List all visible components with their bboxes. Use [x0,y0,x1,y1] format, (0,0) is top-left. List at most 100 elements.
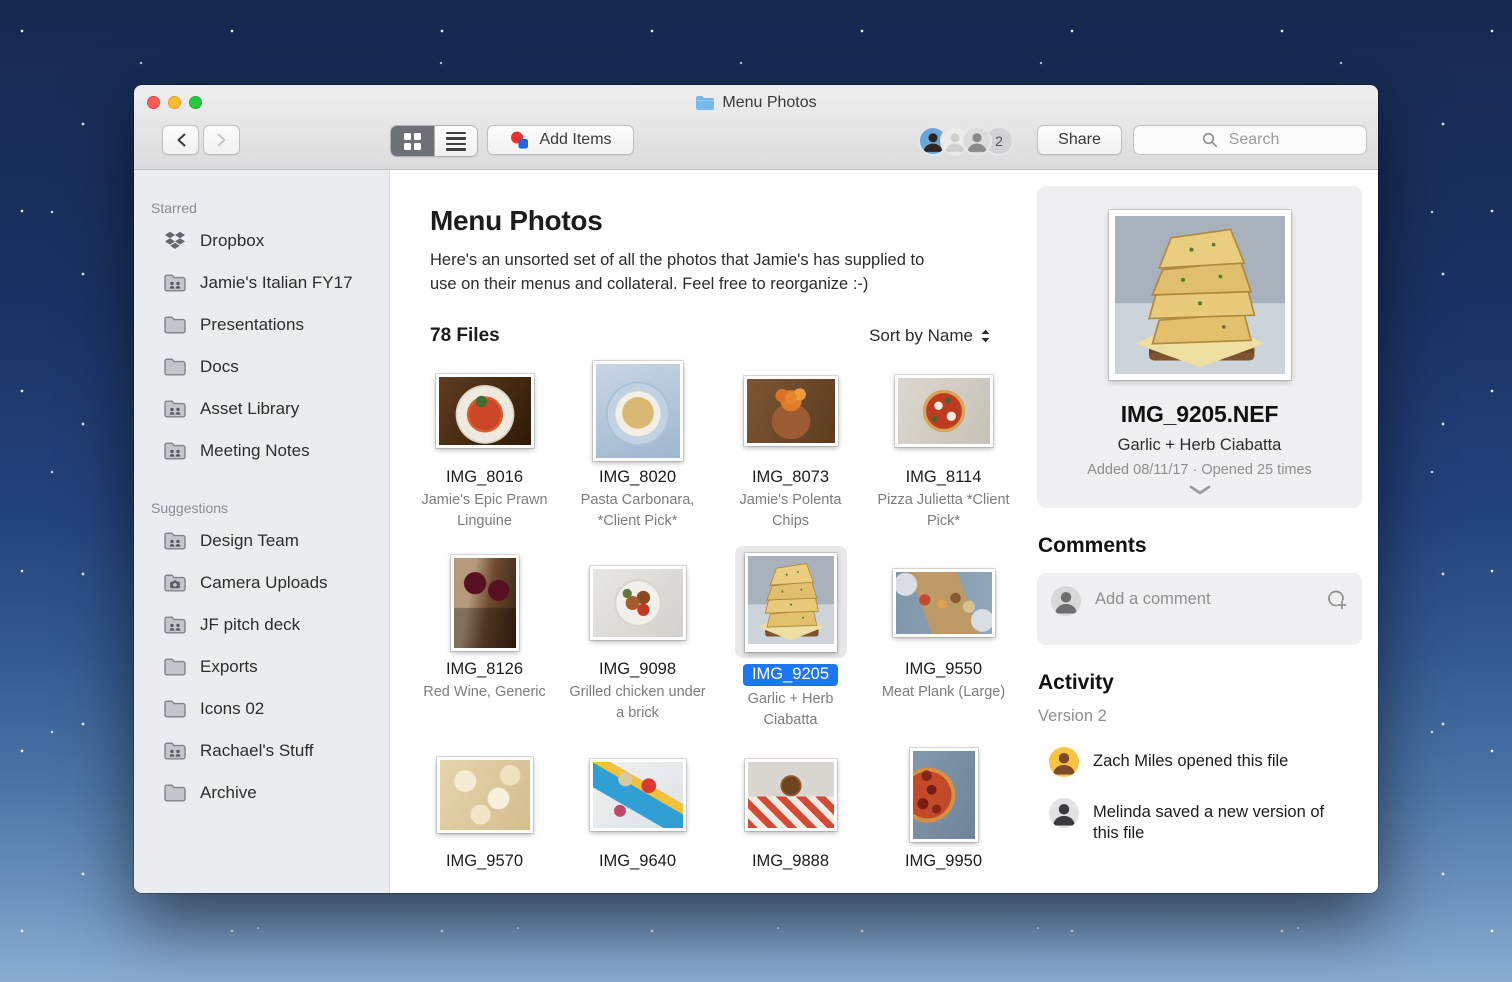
file-thumbnail [436,374,534,448]
shared-folder-icon [163,531,187,551]
sidebar-item-presentations[interactable]: Presentations [134,304,389,346]
shared-folder-icon [163,399,187,419]
file-name: IMG_9205 [743,664,838,686]
file-thumbnail [593,361,683,461]
forward-button[interactable] [203,125,240,155]
chevron-left-icon [175,132,187,148]
file-name: IMG_9570 [446,852,523,871]
sidebar-item-label: Dropbox [200,231,264,251]
garlic-bread-image [1115,216,1285,374]
activity-text: Zach Miles opened this file [1093,751,1288,772]
activity-item: Melinda saved a new version of this file [1049,798,1362,844]
shared-folder-icon [163,741,187,761]
file-card[interactable]: IMG_9888 [714,744,867,893]
activity-avatar [1049,798,1079,828]
desktop-wallpaper: Menu Photos [0,0,1512,982]
file-card[interactable]: IMG_9570 [408,744,561,893]
file-card[interactable]: IMG_9640 [561,744,714,893]
file-caption: Pizza Julietta *Client Pick* [873,490,1015,531]
mention-add-icon[interactable] [1326,589,1348,611]
activity-text: Melinda saved a new version of this file [1093,802,1333,844]
detail-subtitle: Garlic + Herb Ciabatta [1118,436,1282,455]
file-thumbnail [590,566,686,640]
search-input[interactable] [1133,125,1367,155]
sidebar-item-asset-library[interactable]: Asset Library [134,388,389,430]
details-panel: IMG_9205.NEF Garlic + Herb Ciabatta Adde… [1021,170,1378,893]
sidebar: Starred Dropbox Jamie's Italian FY17 Pre… [134,170,390,893]
sidebar-item-jamies-italian[interactable]: Jamie's Italian FY17 [134,262,389,304]
file-name: IMG_9640 [599,852,676,871]
sort-label: Sort by Name [869,326,973,346]
folder-icon [163,699,187,719]
shared-folder-icon [163,441,187,461]
file-caption: Meat Plank (Large) [873,682,1015,703]
file-caption: Red Wine, Generic [414,682,556,703]
sidebar-item-label: Exports [200,657,258,677]
sidebar-item-label: Design Team [200,531,299,551]
comments-heading: Comments [1038,534,1378,558]
version-label: Version 2 [1038,707,1378,726]
sidebar-item-label: Camera Uploads [200,573,328,593]
person-icon [1049,798,1079,828]
sidebar-section-starred: Starred [151,200,389,216]
file-card[interactable]: IMG_8126 Red Wine, Generic [408,552,561,744]
folder-icon [163,357,187,377]
sidebar-item-camera-uploads[interactable]: Camera Uploads [134,562,389,604]
add-items-label: Add Items [539,131,611,149]
sidebar-item-icons-02[interactable]: Icons 02 [134,688,389,730]
file-card[interactable]: IMG_9550 Meat Plank (Large) [867,552,1020,744]
sidebar-item-docs[interactable]: Docs [134,346,389,388]
toolbar: Add Items 2 Share [134,120,1378,170]
sidebar-item-rachaels-stuff[interactable]: Rachael's Stuff [134,730,389,772]
share-label: Share [1058,131,1101,149]
sort-arrows-icon [980,329,991,343]
list-view-button[interactable] [434,126,477,156]
sidebar-item-dropbox[interactable]: Dropbox [134,220,389,262]
person-icon [1049,747,1079,777]
sidebar-item-design-team[interactable]: Design Team [134,520,389,562]
folder-icon [163,657,187,677]
avatar[interactable] [962,126,992,156]
preview-image [1109,210,1291,380]
file-caption: Garlic + Herb Ciabatta [720,689,862,730]
file-card[interactable]: IMG_8016 Jamie's Epic Prawn Linguine [408,360,561,552]
file-caption: Pasta Carbonara, *Client Pick* [567,490,709,531]
sidebar-item-jf-pitch-deck[interactable]: JF pitch deck [134,604,389,646]
back-button[interactable] [162,125,199,155]
file-thumbnail [910,748,978,842]
grid-view-button[interactable] [391,126,434,156]
file-card[interactable]: IMG_9950 [867,744,1020,893]
file-caption: Jamie's Polenta Chips [720,490,862,531]
sort-button[interactable]: Sort by Name [869,326,991,346]
page-description: Here's an unsorted set of all the photos… [430,249,935,296]
file-thumbnail [745,553,837,652]
titlebar: Menu Photos [134,85,1378,120]
sidebar-item-exports[interactable]: Exports [134,646,389,688]
add-items-icon [509,130,530,150]
file-name: IMG_8114 [906,468,982,487]
sidebar-item-archive[interactable]: Archive [134,772,389,814]
file-thumbnail [437,757,533,833]
expand-chevron-icon[interactable] [1189,485,1211,495]
file-name: IMG_8126 [446,660,523,679]
comment-avatar [1051,586,1081,616]
sidebar-item-meeting-notes[interactable]: Meeting Notes [134,430,389,472]
file-card[interactable]: IMG_9098 Grilled chicken under a brick [561,552,714,744]
file-card[interactable]: IMG_8073 Jamie's Polenta Chips [714,360,867,552]
activity-heading: Activity [1038,671,1378,695]
file-count: 78 Files [430,325,500,347]
add-items-button[interactable]: Add Items [487,125,634,155]
sidebar-item-label: Icons 02 [200,699,264,719]
file-card[interactable]: IMG_8114 Pizza Julietta *Client Pick* [867,360,1020,552]
avatar-stack: 2 [918,126,1014,156]
sidebar-item-label: Archive [200,783,257,803]
file-name: IMG_9098 [599,660,676,679]
view-toggle [390,125,478,157]
share-button[interactable]: Share [1037,125,1122,155]
comment-placeholder: Add a comment [1095,590,1211,609]
comment-input[interactable]: Add a comment [1037,573,1362,645]
detail-filename: IMG_9205.NEF [1121,401,1278,428]
window: Menu Photos [134,85,1378,893]
file-card-selected[interactable]: IMG_9205 Garlic + Herb Ciabatta [714,552,867,744]
file-card[interactable]: IMG_8020 Pasta Carbonara, *Client Pick* [561,360,714,552]
